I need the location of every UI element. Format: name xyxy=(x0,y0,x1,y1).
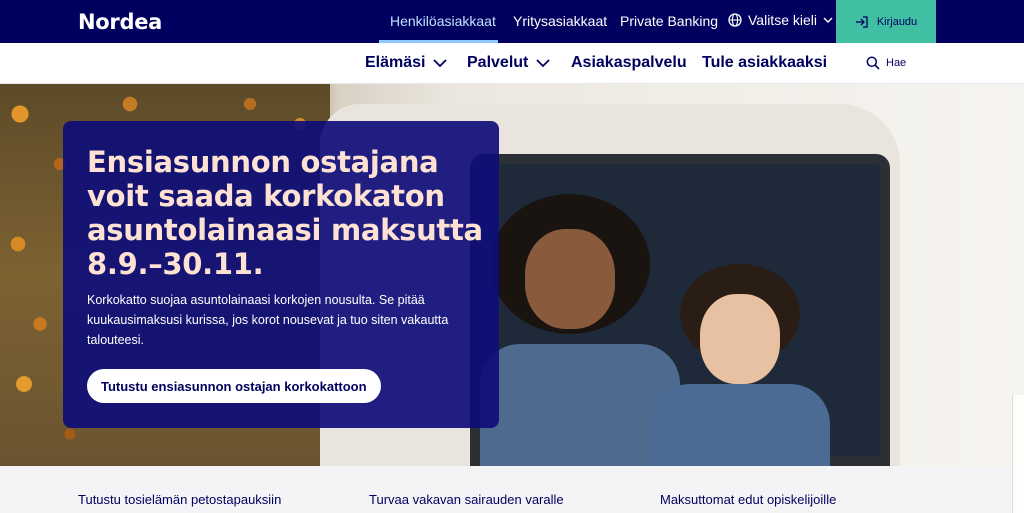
tab-yritysasiakkaat[interactable]: Yritysasiakkaat xyxy=(513,13,607,29)
nav-palvelut-label: Palvelut xyxy=(467,54,529,71)
nordea-logo[interactable]: Nordea xyxy=(78,10,162,34)
promo-cta-button[interactable]: Tutustu ensiasunnon ostajan korkokattoon xyxy=(87,369,381,403)
login-label: Kirjaudu xyxy=(876,15,918,28)
search-icon xyxy=(866,56,880,70)
nav-tule-asiakkaaksi[interactable]: Tule asiakkaaksi xyxy=(702,54,827,72)
nav-asiakaspalvelu[interactable]: Asiakaspalvelu xyxy=(571,54,687,72)
tab-henkiloasiakkaat[interactable]: Henkilöasiakkaat xyxy=(390,13,496,29)
nav-elamasi[interactable]: Elämäsi xyxy=(365,54,448,72)
login-button[interactable]: Kirjaudu xyxy=(836,0,936,43)
card-link-petostapaukset[interactable]: Tutustu tosielämän petostapauksiin xyxy=(78,492,281,507)
chevron-down-icon xyxy=(536,58,550,67)
hero-banner: Ensiasunnon ostajana voit saada korkokat… xyxy=(0,84,1024,466)
top-bar: Nordea Henkilöasiakkaat Yritysasiakkaat … xyxy=(0,0,1024,43)
login-arrow-icon xyxy=(855,15,868,28)
card-link-opiskelijat[interactable]: Maksuttomat edut opiskelijoille xyxy=(660,492,836,507)
hero-person-right xyxy=(640,264,840,466)
main-nav: Elämäsi Palvelut Asiakaspalvelu Tule asi… xyxy=(0,43,1024,84)
nav-palvelut[interactable]: Palvelut xyxy=(467,54,550,72)
scrollbar[interactable] xyxy=(1012,395,1024,513)
promo-text: Korkokatto suojaa asuntolainaasi korkoje… xyxy=(87,293,449,347)
chevron-down-icon xyxy=(433,58,448,67)
feature-links: Tutustu tosielämän petostapauksiin Turva… xyxy=(0,466,1024,513)
globe-icon xyxy=(728,13,742,27)
chevron-down-icon xyxy=(823,17,833,23)
language-label: Valitse kieli xyxy=(748,12,817,28)
promo-card: Ensiasunnon ostajana voit saada korkokat… xyxy=(63,121,499,428)
card-link-sairaus[interactable]: Turvaa vakavan sairauden varalle xyxy=(369,492,564,507)
promo-title: Ensiasunnon ostajana voit saada korkokat… xyxy=(87,145,483,281)
nav-elamasi-label: Elämäsi xyxy=(365,54,426,71)
language-selector[interactable]: Valitse kieli xyxy=(728,12,833,28)
search-label: Hae xyxy=(886,57,907,69)
search-button[interactable]: Hae xyxy=(866,56,906,70)
tab-private-banking[interactable]: Private Banking xyxy=(620,13,718,29)
